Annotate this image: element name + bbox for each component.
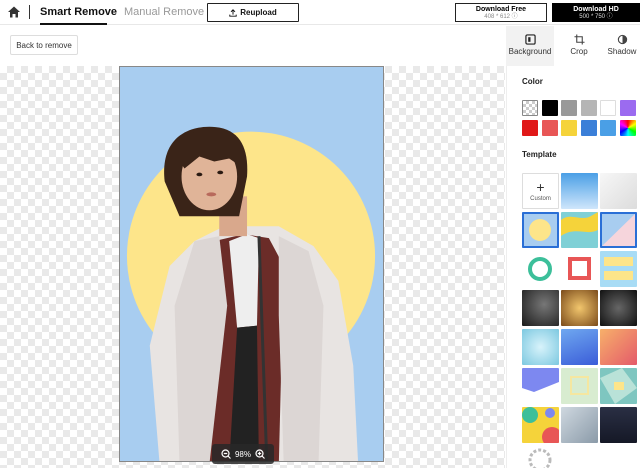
template-yellow-wave[interactable]: [561, 212, 598, 248]
color-swatch-f5d33a[interactable]: [561, 120, 577, 136]
color-swatch-e01818[interactable]: [522, 120, 538, 136]
download-free-button[interactable]: Download Free 408 * 612 ⓘ: [455, 3, 547, 22]
template-grey-gradient[interactable]: [600, 173, 637, 209]
background-icon: [524, 34, 536, 45]
template-dark-spotlight[interactable]: [600, 290, 637, 326]
color-swatch-000000[interactable]: [541, 100, 558, 116]
color-swatch-9b6bf0[interactable]: [619, 100, 636, 116]
template-dots-pattern[interactable]: [522, 446, 559, 468]
upload-icon: [229, 8, 237, 17]
color-swatch-rainbow[interactable]: [619, 120, 636, 136]
download-hd-size: 500 * 750 ⓘ: [579, 14, 613, 20]
template-purple-shape[interactable]: [522, 368, 559, 404]
reupload-button[interactable]: Reupload: [207, 3, 299, 22]
template-light-beam[interactable]: [561, 407, 598, 443]
template-green-ring[interactable]: [522, 251, 559, 287]
info-icon: ⓘ: [606, 14, 613, 20]
tool-crop[interactable]: Crop: [556, 26, 602, 66]
back-to-remove-button[interactable]: Back to remove: [10, 35, 78, 55]
tool-shadow-label: Shadow: [607, 47, 637, 56]
template-blue-pink[interactable]: [600, 212, 637, 248]
zoom-level: 98%: [234, 449, 251, 459]
download-free-label: Download Free: [475, 6, 527, 13]
color-swatch-transparent[interactable]: [522, 100, 538, 116]
template-section-title: Template: [522, 150, 557, 159]
template-custom-label: Custom: [530, 196, 551, 202]
template-sunset-gradient[interactable]: [600, 329, 637, 365]
tool-background-label: Background: [508, 47, 552, 56]
color-swatch-3b7fd8[interactable]: [580, 120, 597, 136]
color-swatch-b5b5b5[interactable]: [580, 100, 597, 116]
template-blue-gradient-2[interactable]: [561, 329, 598, 365]
zoom-in-icon[interactable]: [255, 449, 265, 459]
template-yellow-blocks[interactable]: [600, 251, 637, 287]
crop-icon: [573, 34, 585, 45]
download-free-size: 408 * 612 ⓘ: [484, 14, 518, 20]
top-bar: Smart Remove Manual Remove Reupload Down…: [0, 0, 640, 25]
tool-shadow[interactable]: Shadow: [604, 26, 640, 66]
tool-crop-label: Crop: [570, 47, 588, 56]
shadow-icon: [617, 34, 627, 45]
zoom-out-icon[interactable]: [221, 449, 231, 459]
tool-background[interactable]: Background: [506, 26, 554, 66]
editor-canvas[interactable]: 98%: [0, 66, 505, 468]
template-bokeh-cyan[interactable]: [522, 329, 559, 365]
color-section-title: Color: [522, 77, 543, 86]
template-colorful-blobs[interactable]: [522, 407, 559, 443]
template-blue-gradient[interactable]: [561, 173, 598, 209]
zoom-control: 98%: [212, 444, 274, 464]
background-panel: Color Template + Custom: [506, 66, 640, 468]
template-custom[interactable]: + Custom: [522, 173, 559, 209]
download-hd-label: Download HD: [573, 6, 619, 13]
template-red-square[interactable]: [561, 251, 598, 287]
info-icon: ⓘ: [511, 14, 518, 20]
template-dark-navy[interactable]: [600, 407, 637, 443]
reupload-label: Reupload: [240, 8, 277, 17]
color-swatch-999999[interactable]: [561, 100, 577, 116]
sub-toolbar: Back to remove Background Crop Shadow: [0, 26, 640, 66]
tab-smart-remove[interactable]: Smart Remove: [40, 6, 117, 18]
plus-icon: +: [536, 179, 545, 195]
result-image: [119, 66, 384, 462]
home-icon[interactable]: [7, 5, 21, 19]
color-swatch-4a9fe6[interactable]: [600, 120, 616, 136]
template-square-frame[interactable]: [561, 368, 598, 404]
color-swatch-e85656[interactable]: [541, 120, 558, 136]
template-dark-silk[interactable]: [522, 290, 559, 326]
template-teal-geometric[interactable]: [600, 368, 637, 404]
tab-manual-remove[interactable]: Manual Remove: [124, 6, 204, 18]
active-tab-indicator: [40, 23, 107, 25]
template-yellow-circle[interactable]: [522, 212, 559, 248]
color-swatch-ffffff[interactable]: [600, 100, 616, 116]
template-golden-light[interactable]: [561, 290, 598, 326]
download-hd-button[interactable]: Download HD 500 * 750 ⓘ: [552, 3, 640, 22]
separator: [29, 5, 30, 19]
